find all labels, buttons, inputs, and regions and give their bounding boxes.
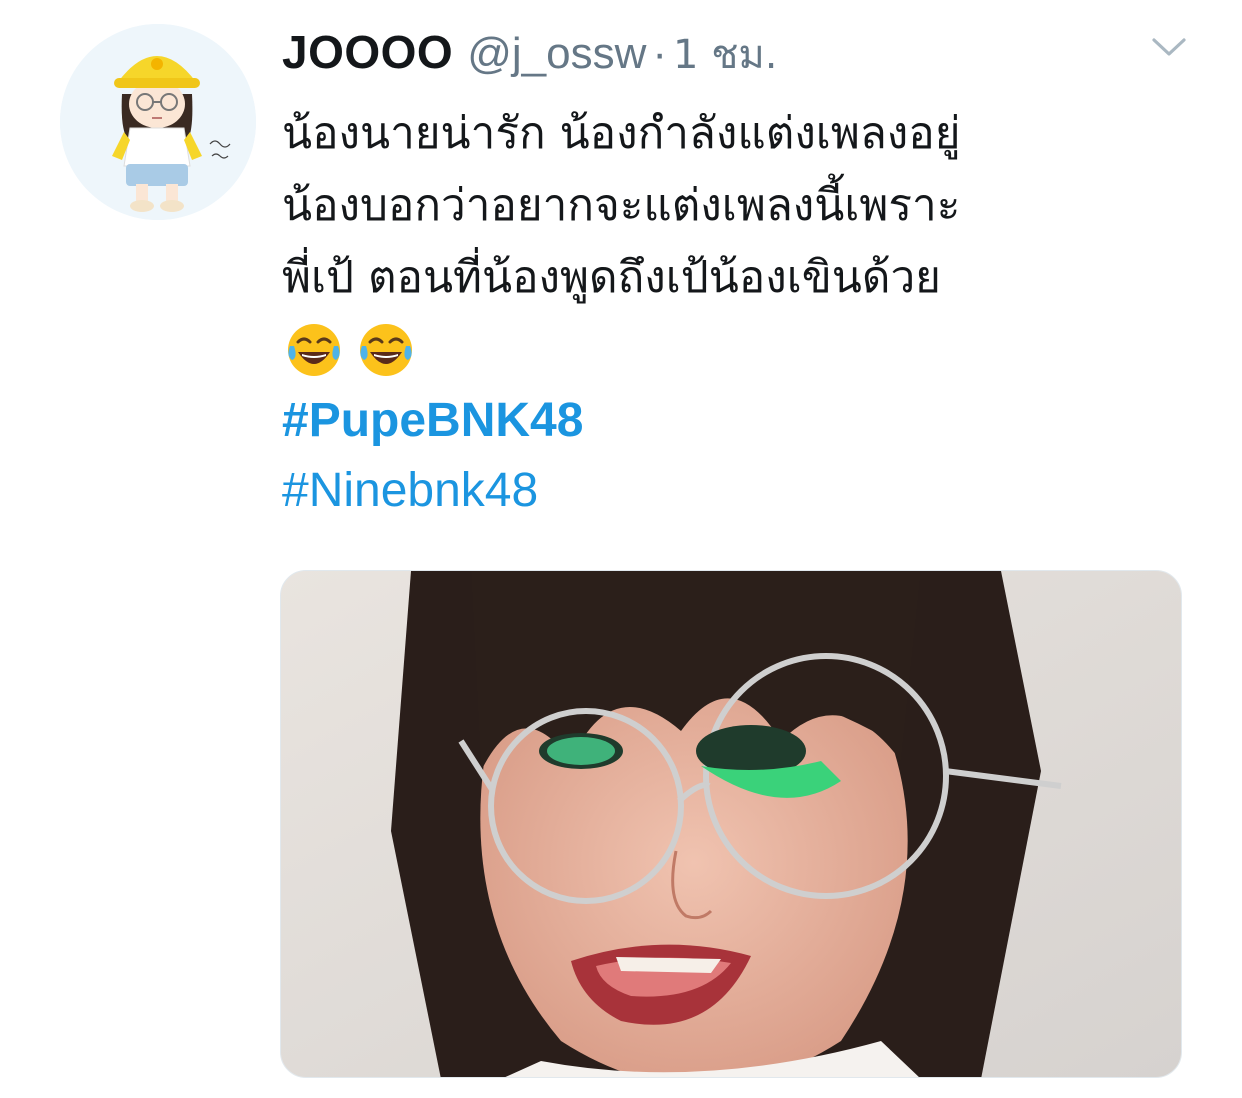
hashtag-link[interactable]: #Ninebnk48 xyxy=(282,456,1182,526)
tweet-text-line: พี่เป้ ตอนที่น้องพูดถึงเป้น้องเขินด้วย xyxy=(282,252,941,303)
separator-dot: · xyxy=(652,29,668,78)
tweet-menu-button[interactable] xyxy=(1150,34,1188,60)
tweet-media-photo[interactable] xyxy=(280,570,1182,1078)
tweet-body: น้องนายน่ารัก น้องกำลังแต่งเพลงอยู่ น้อง… xyxy=(282,98,1182,526)
author-display-name[interactable]: JOOOO xyxy=(282,25,453,79)
tweet-text-line: น้องบอกว่าอยากจะแต่งเพลงนี้เพราะ xyxy=(282,180,961,231)
tweet-timestamp[interactable]: 1 ชม. xyxy=(673,22,777,86)
chevron-down-icon xyxy=(1152,38,1186,56)
tweet-header: JOOOO @j_ossw · 1 ชม. xyxy=(282,22,777,78)
hashtag-link[interactable]: #PupeBNK48 xyxy=(282,386,1182,456)
avatar[interactable] xyxy=(60,24,256,220)
face-with-tears-of-joy-icon xyxy=(360,324,412,376)
tweet-text-line: น้องนายน่ารัก น้องกำลังแต่งเพลงอยู่ xyxy=(282,108,961,159)
emoji-row xyxy=(282,314,1182,386)
photo-girl-with-glasses xyxy=(281,571,1181,1077)
face-with-tears-of-joy-icon xyxy=(288,324,340,376)
cartoon-girl-avatar-icon xyxy=(60,24,256,220)
author-handle[interactable]: @j_ossw xyxy=(467,29,646,79)
